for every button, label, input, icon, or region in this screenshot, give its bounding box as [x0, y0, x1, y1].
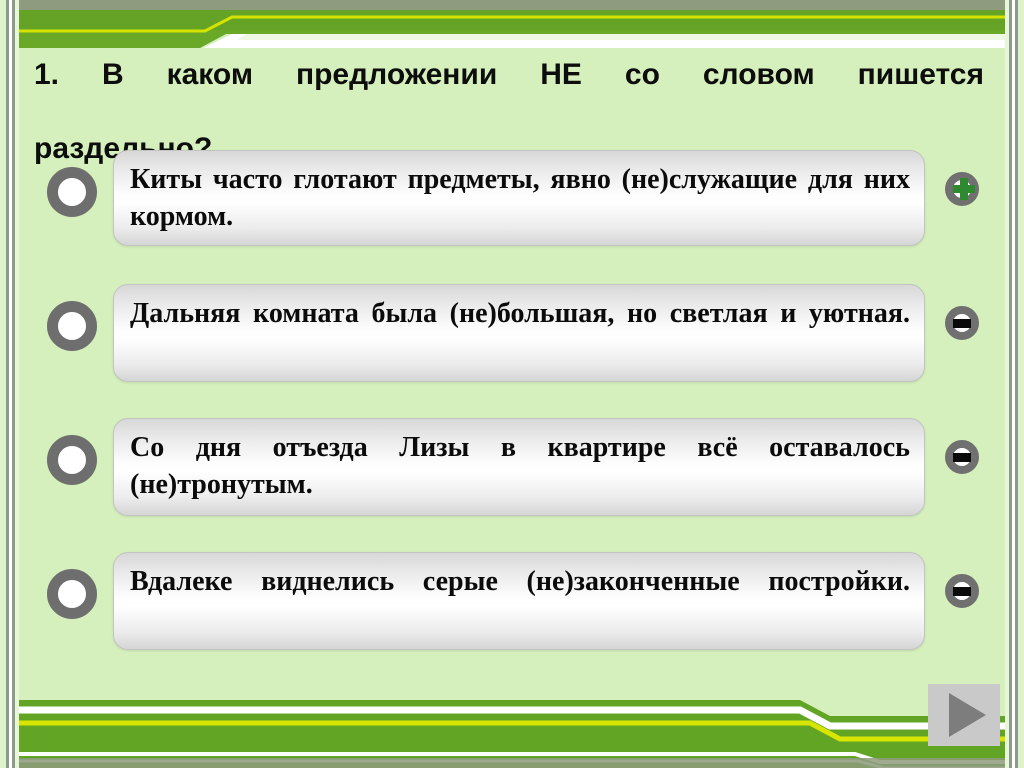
- answer-box-option-4[interactable]: Вдалеке виднелись серые (не)законченные …: [113, 552, 925, 650]
- mark-minus-option-4[interactable]: [945, 574, 979, 608]
- minus-icon: [953, 452, 971, 462]
- minus-icon: [953, 318, 971, 328]
- answer-option-row: Вдалеке виднелись серые (не)законченные …: [0, 552, 1024, 686]
- radio-button-option-2[interactable]: [47, 301, 97, 351]
- minus-icon: [953, 586, 971, 596]
- answer-option-row: Со дня отъезда Лизы в квартире всё остав…: [0, 418, 1024, 552]
- play-triangle-icon: [948, 693, 986, 737]
- plus-icon: [953, 178, 975, 200]
- answer-text-option-4: Вдалеке виднелись серые (не)законченные …: [130, 566, 910, 597]
- answer-text-option-1: Киты часто глотают предметы, явно (не)сл…: [130, 164, 910, 233]
- mark-minus-option-3[interactable]: [945, 440, 979, 474]
- answer-option-row: Киты часто глотают предметы, явно (не)сл…: [0, 150, 1024, 284]
- answer-text-option-2: Дальняя комната была (не)большая, но све…: [130, 298, 910, 329]
- next-slide-button[interactable]: [928, 684, 1000, 746]
- mark-plus-option-1[interactable]: [945, 172, 979, 206]
- answer-box-option-1[interactable]: Киты часто глотают предметы, явно (не)сл…: [113, 150, 925, 246]
- mark-minus-option-2[interactable]: [945, 306, 979, 340]
- answer-option-row: Дальняя комната была (не)большая, но све…: [0, 284, 1024, 418]
- slide-canvas: 1. В каком предложении НЕ со словом пише…: [0, 0, 1024, 768]
- radio-button-option-1[interactable]: [47, 167, 97, 217]
- answer-box-option-2[interactable]: Дальняя комната была (не)большая, но све…: [113, 284, 925, 382]
- radio-button-option-4[interactable]: [47, 569, 97, 619]
- question-line-1: 1. В каком предложении НЕ со словом пише…: [34, 58, 984, 91]
- answer-text-option-3: Со дня отъезда Лизы в квартире всё остав…: [130, 432, 910, 501]
- top-decorative-band: [0, 0, 1024, 48]
- bottom-decorative-band: [0, 690, 1024, 768]
- answer-box-option-3[interactable]: Со дня отъезда Лизы в квартире всё остав…: [113, 418, 925, 516]
- answer-options-list: Киты часто глотают предметы, явно (не)сл…: [0, 150, 1024, 686]
- radio-button-option-3[interactable]: [47, 435, 97, 485]
